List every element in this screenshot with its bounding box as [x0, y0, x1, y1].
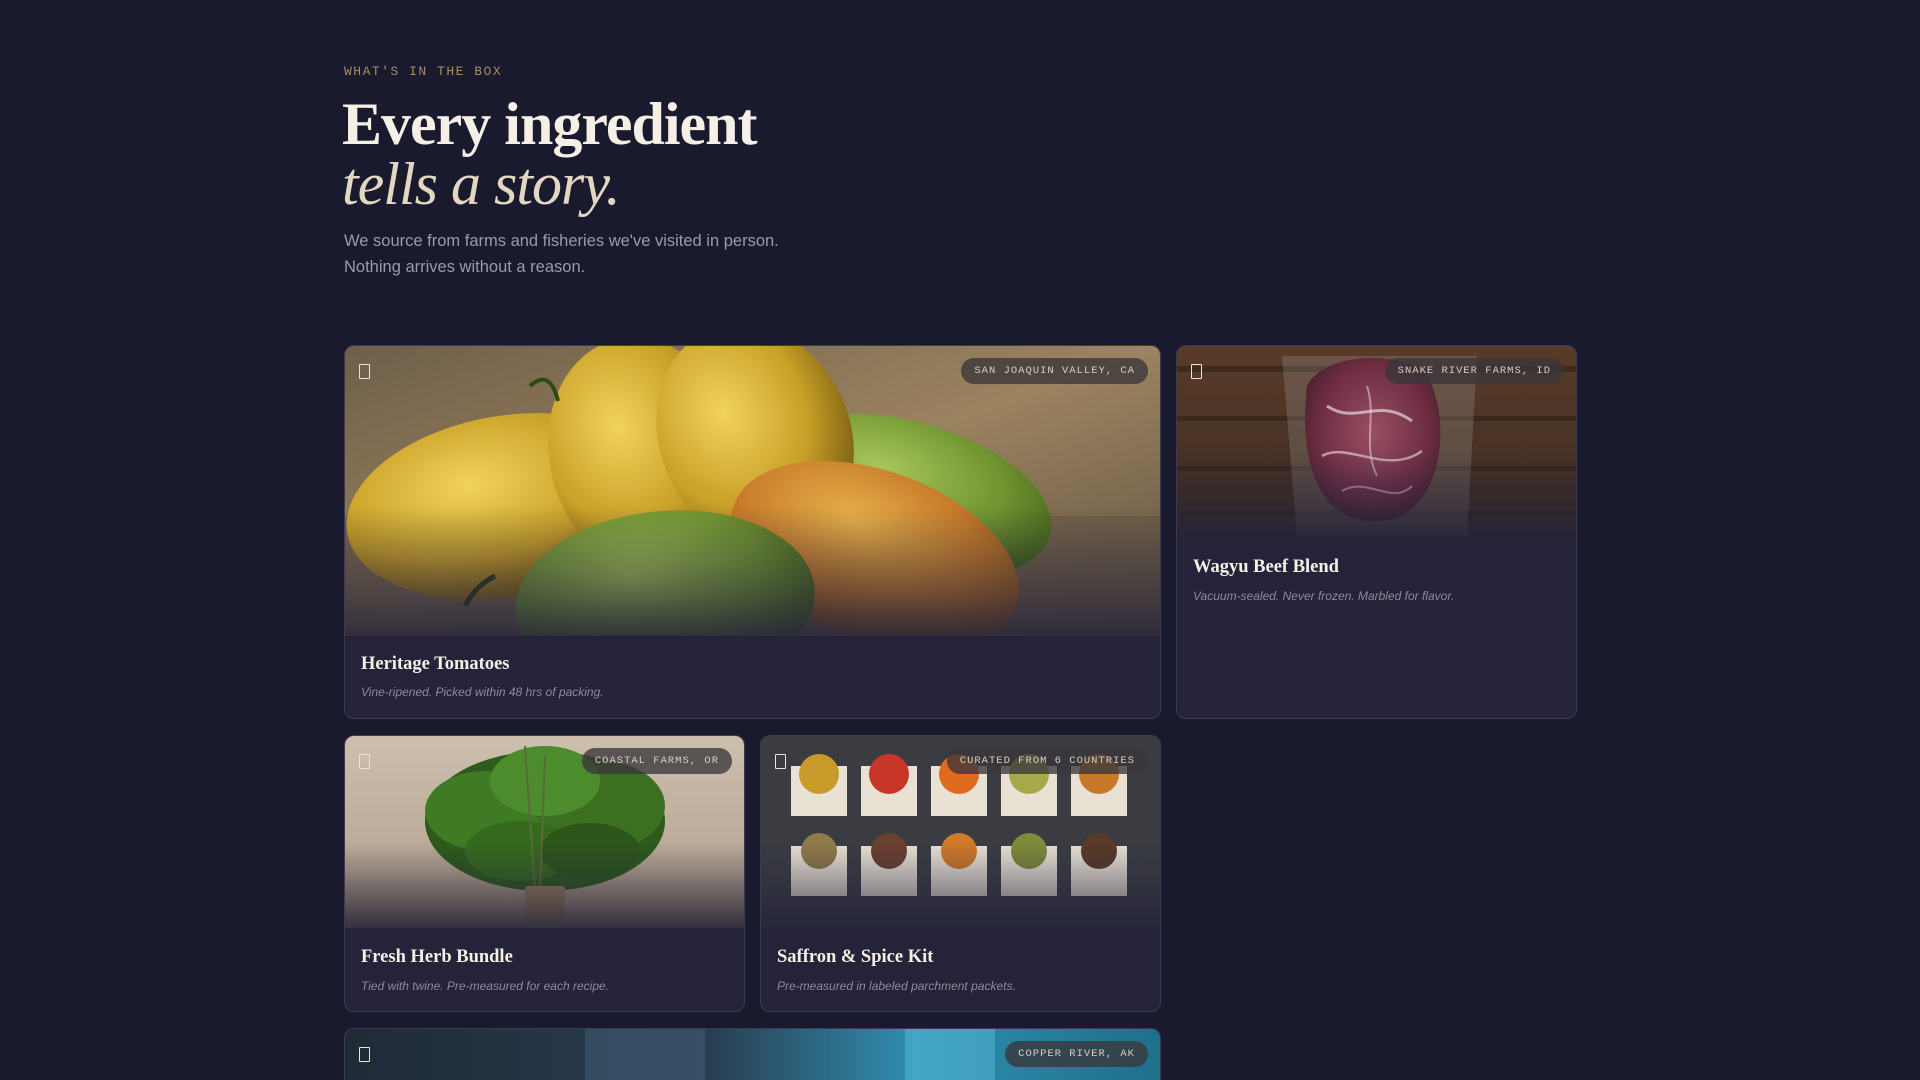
- ingredient-card-heritage-tomatoes[interactable]: SAN JOAQUIN VALLEY, CA Heritage Tomatoes…: [344, 345, 1161, 719]
- ingredient-card-wagyu-beef-blend[interactable]: SNAKE RIVER FARMS, ID Wagyu Beef Blend V…: [1176, 345, 1577, 719]
- intro-line-2: Nothing arrives without a reason.: [344, 258, 586, 276]
- bookmark-icon[interactable]: [775, 754, 786, 769]
- bookmark-icon[interactable]: [1191, 364, 1202, 379]
- origin-badge: CURATED FROM 6 COUNTRIES: [946, 748, 1148, 774]
- card-title: Saffron & Spice Kit: [777, 947, 934, 967]
- intro-line-1: We source from farms and fisheries we've…: [344, 232, 779, 250]
- card-description: Tied with twine. Pre-measured for each r…: [361, 979, 610, 993]
- card-title: Heritage Tomatoes: [361, 654, 510, 674]
- origin-badge: SAN JOAQUIN VALLEY, CA: [961, 358, 1148, 384]
- card-title: Wagyu Beef Blend: [1193, 557, 1339, 577]
- ingredient-card-fresh-herb-bundle[interactable]: COASTAL FARMS, OR Fresh Herb Bundle Tied…: [344, 735, 745, 1012]
- card-title: Fresh Herb Bundle: [361, 947, 513, 967]
- origin-badge: COASTAL FARMS, OR: [581, 748, 732, 774]
- bookmark-icon[interactable]: [359, 1047, 370, 1062]
- card-description: Pre-measured in labeled parchment packet…: [777, 979, 1016, 993]
- ingredient-card-copper-river[interactable]: COPPER RIVER, AK: [344, 1028, 1161, 1080]
- intro-text: We source from farms and fisheries we've…: [344, 228, 864, 280]
- card-description: Vacuum-sealed. Never frozen. Marbled for…: [1193, 589, 1455, 603]
- origin-badge: SNAKE RIVER FARMS, ID: [1384, 358, 1564, 384]
- bookmark-icon[interactable]: [359, 364, 370, 379]
- card-description: Vine-ripened. Picked within 48 hrs of pa…: [361, 685, 604, 699]
- bookmark-icon[interactable]: [359, 754, 370, 769]
- tomatoes-photo: [345, 346, 1160, 636]
- section-eyebrow: WHAT'S IN THE BOX: [344, 64, 503, 79]
- origin-badge: COPPER RIVER, AK: [1005, 1041, 1148, 1067]
- ingredient-card-saffron-spice-kit[interactable]: CURATED FROM 6 COUNTRIES Saffron & Spice…: [760, 735, 1161, 1012]
- page-title-italic: tells a story.: [342, 151, 621, 217]
